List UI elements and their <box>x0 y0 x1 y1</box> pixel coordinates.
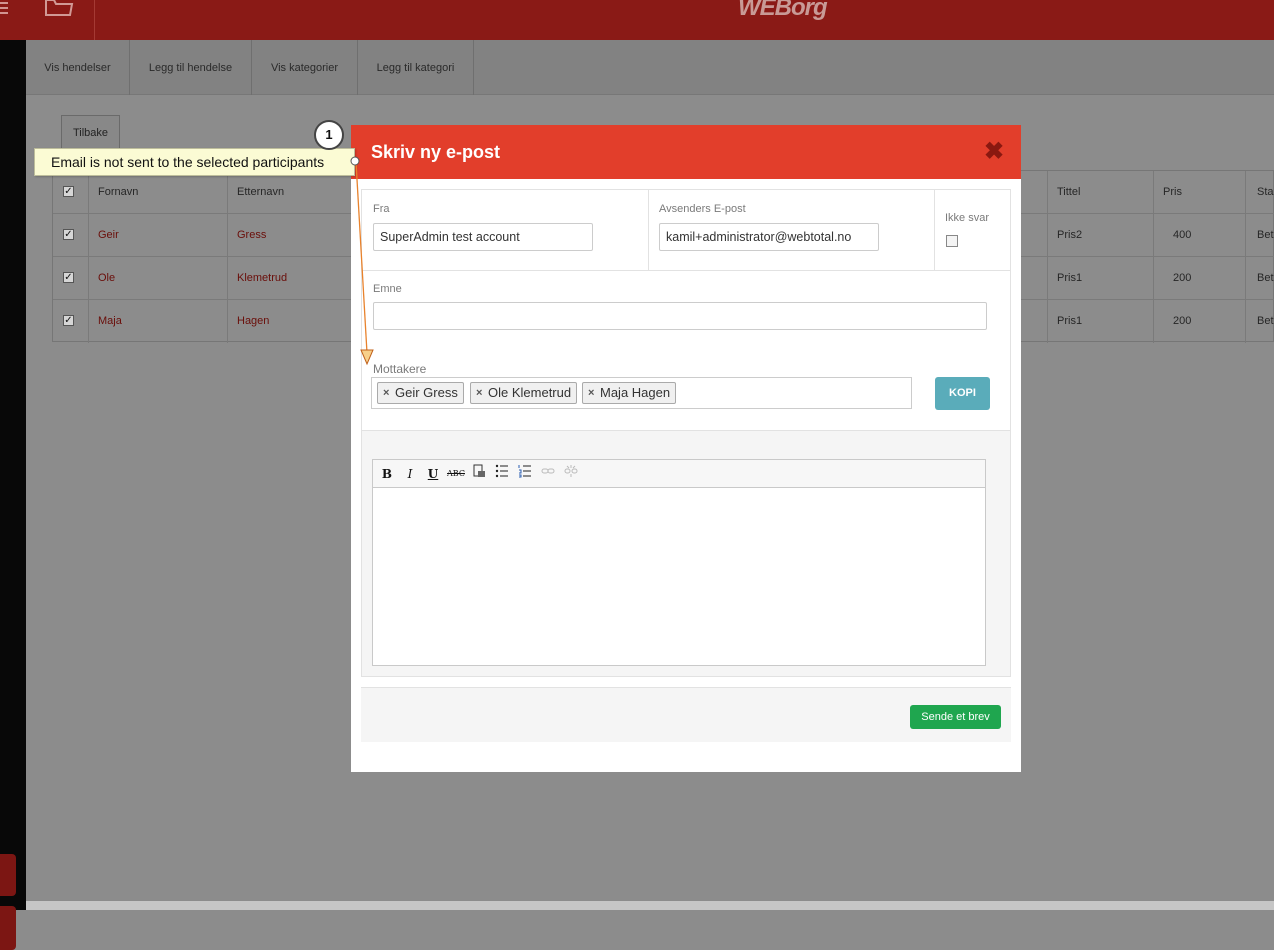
underline-icon[interactable]: U <box>423 464 443 484</box>
sub-navigation: Vis hendelser Legg til hendelse Vis kate… <box>26 40 1274 95</box>
step-number-badge: 1 <box>314 120 344 150</box>
header-fornavn[interactable]: Fornavn <box>98 171 138 214</box>
select-all-checkbox[interactable]: ✓ <box>63 186 74 197</box>
remove-tag-icon[interactable]: × <box>588 383 594 403</box>
from-field-group: Fra SuperAdmin test account <box>362 190 649 270</box>
close-icon[interactable]: ✖ <box>984 140 1004 164</box>
cell-status: Bet <box>1257 229 1274 241</box>
recipient-tag[interactable]: × Maja Hagen <box>582 382 677 404</box>
cell-title: Pris1 <box>1057 315 1083 327</box>
row-checkbox[interactable]: ✓ <box>63 315 74 326</box>
header-pris[interactable]: Pris <box>1163 171 1182 214</box>
recipients-input[interactable]: × Geir Gress × Ole Klemetrud × Maja Hage… <box>371 377 912 409</box>
no-reply-field-group: Ikke svar <box>935 190 1011 270</box>
cell-first-name[interactable]: Geir <box>98 214 119 257</box>
numbered-list-icon[interactable] <box>515 464 535 484</box>
recipient-tag[interactable]: × Geir Gress <box>377 382 464 404</box>
subject-label: Emne <box>373 283 402 295</box>
remove-format-icon[interactable] <box>469 464 489 484</box>
unlink-icon[interactable] <box>561 464 581 484</box>
tab-vis-kategorier[interactable]: Vis kategorier <box>252 40 358 95</box>
back-button[interactable]: Tilbake <box>61 115 120 149</box>
cell-first-name[interactable]: Ole <box>98 257 115 300</box>
row-checkbox[interactable]: ✓ <box>63 229 74 240</box>
editor-toolbar: B I U ABC <box>373 460 985 488</box>
italic-icon[interactable]: I <box>400 464 420 484</box>
from-input[interactable]: SuperAdmin test account <box>373 223 593 251</box>
header-tittel[interactable]: Tittel <box>1057 171 1080 214</box>
sidebar: › <box>0 40 26 950</box>
no-reply-label: Ikke svar <box>945 212 990 224</box>
header-etternavn[interactable]: Etternavn <box>237 171 284 214</box>
message-editor[interactable]: B I U ABC <box>372 459 986 666</box>
tab-legg-til-kategori[interactable]: Legg til kategori <box>358 40 474 95</box>
unlink-glyph <box>564 465 578 477</box>
copy-button[interactable]: KOPI <box>935 377 990 410</box>
top-bar: WEBorg <box>0 0 1274 40</box>
no-reply-checkbox[interactable] <box>946 235 958 247</box>
cell-last-name[interactable]: Klemetrud <box>237 257 287 300</box>
modal-title: Skriv ny e-post <box>371 142 501 162</box>
link-glyph <box>541 468 555 474</box>
sender-email-label: Avsenders E-post <box>659 203 746 215</box>
remove-tag-icon[interactable]: × <box>476 383 482 403</box>
cell-price: 200 <box>1173 315 1192 327</box>
recipient-name: Geir Gress <box>395 385 458 400</box>
cell-status: Bet <box>1257 272 1274 284</box>
cell-first-name[interactable]: Maja <box>98 300 122 343</box>
cell-title: Pris2 <box>1057 229 1083 241</box>
bullet-list-icon[interactable] <box>492 464 512 484</box>
bold-icon[interactable]: B <box>377 464 397 484</box>
row-checkbox[interactable]: ✓ <box>63 272 74 283</box>
modal-header: Skriv ny e-post ✖ <box>351 125 1021 179</box>
compose-email-modal: Skriv ny e-post ✖ Fra SuperAdmin test ac… <box>351 125 1021 772</box>
numbered-list-glyph <box>518 465 531 478</box>
folder-icon[interactable] <box>44 0 74 18</box>
link-icon[interactable] <box>538 464 558 484</box>
cell-last-name[interactable]: Hagen <box>237 300 269 343</box>
modal-footer: Sende et brev <box>361 687 1011 742</box>
remove-format-glyph <box>473 464 485 477</box>
sidebar-red-button[interactable] <box>0 854 16 896</box>
recipient-name: Maja Hagen <box>600 385 671 400</box>
strikethrough-icon[interactable]: ABC <box>446 464 466 484</box>
bullet-list-glyph <box>495 464 508 478</box>
header-status[interactable]: Sta <box>1257 171 1274 214</box>
cell-title: Pris1 <box>1057 272 1083 284</box>
sender-email-field-group: Avsenders E-post kamil+administrator@web… <box>649 190 935 270</box>
menu-icon[interactable] <box>0 2 8 16</box>
app-logo[interactable]: WEBorg <box>738 0 828 22</box>
subject-input[interactable] <box>373 302 987 330</box>
tab-legg-til-hendelse[interactable]: Legg til hendelse <box>130 40 252 95</box>
from-label: Fra <box>373 203 390 215</box>
cell-last-name[interactable]: Gress <box>237 214 266 257</box>
recipient-tag[interactable]: × Ole Klemetrud <box>470 382 578 404</box>
remove-tag-icon[interactable]: × <box>383 383 389 403</box>
cell-price: 200 <box>1173 272 1192 284</box>
send-button[interactable]: Sende et brev <box>910 705 1001 729</box>
form-divider <box>362 270 1010 271</box>
annotation-note: Email is not sent to the selected partic… <box>34 148 355 176</box>
top-bar-divider <box>94 0 95 40</box>
recipient-name: Ole Klemetrud <box>488 385 572 400</box>
cell-status: Bet <box>1257 315 1274 327</box>
sidebar-red-button-2[interactable] <box>0 906 16 950</box>
recipients-label: Mottakere <box>373 362 427 376</box>
bottom-strip <box>26 901 1274 910</box>
sender-email-input[interactable]: kamil+administrator@webtotal.no <box>659 223 879 251</box>
tab-vis-hendelser[interactable]: Vis hendelser <box>26 40 130 95</box>
cell-price: 400 <box>1173 229 1192 241</box>
